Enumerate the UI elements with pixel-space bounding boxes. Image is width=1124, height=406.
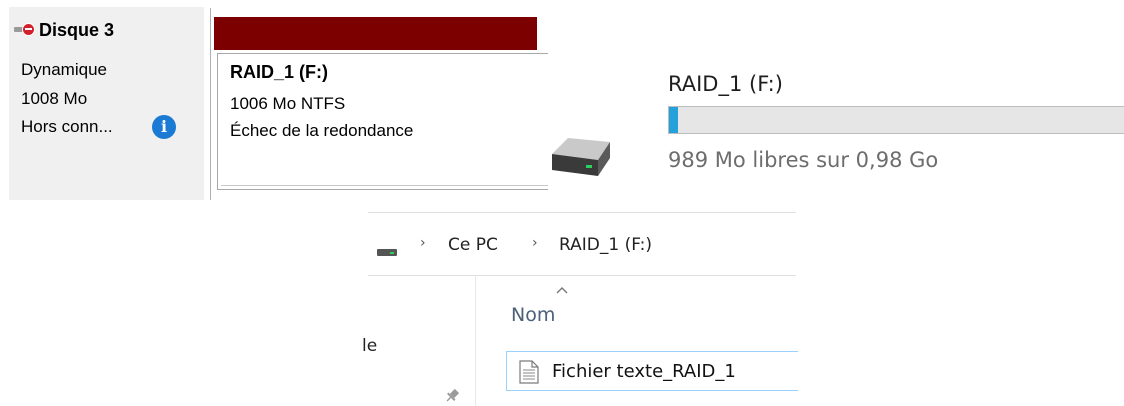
disk-title: Disque 3 <box>14 20 114 41</box>
column-header-name[interactable]: Nom <box>511 304 555 326</box>
disk-management-panel: Disque 3 Dynamique 1008 Mo Hors conn... … <box>0 0 548 200</box>
volume-title: RAID_1 (F:) <box>230 62 328 82</box>
breadcrumb-drive[interactable]: RAID_1 (F:) <box>559 235 652 255</box>
text-file-icon <box>519 360 539 384</box>
drive-name: RAID_1 (F:) <box>668 72 783 96</box>
volume-size-fs: 1006 Mo NTFS <box>230 94 346 113</box>
sort-ascending-icon <box>556 287 568 294</box>
disk-type: Dynamique <box>21 60 107 79</box>
drive-tile[interactable]: RAID_1 (F:) 989 Mo libres sur 0,98 Go <box>540 60 1124 200</box>
disk-offline-error-icon <box>14 22 36 39</box>
capacity-bar-fill <box>669 107 679 133</box>
drive-icon <box>377 249 397 256</box>
disk-size: 1008 Mo <box>21 89 88 108</box>
volume-header-bar <box>214 17 537 50</box>
breadcrumb-separator-icon: › <box>532 235 538 251</box>
pane-divider[interactable] <box>475 275 476 406</box>
info-icon[interactable]: i <box>152 115 176 139</box>
disk-name: Disque 3 <box>39 20 115 40</box>
pin-icon[interactable] <box>444 388 460 404</box>
file-name: Fichier texte_RAID_1 <box>552 361 736 382</box>
file-row[interactable]: Fichier texte_RAID_1 <box>506 351 798 391</box>
volume-status: Échec de la redondance <box>230 121 414 140</box>
capacity-bar <box>668 106 1124 134</box>
volume-partition[interactable]: RAID_1 (F:) 1006 Mo NTFS Échec de la red… <box>217 53 548 190</box>
volume-area: RAID_1 (F:) 1006 Mo NTFS Échec de la red… <box>210 8 548 200</box>
breadcrumb-separator-icon: › <box>420 235 426 251</box>
nav-pane-item[interactable]: le <box>362 336 377 356</box>
address-bar[interactable]: › Ce PC › RAID_1 (F:) <box>368 212 796 276</box>
disk-status: Hors conn... <box>21 117 113 136</box>
drive-free-space: 989 Mo libres sur 0,98 Go <box>668 148 939 172</box>
hard-drive-icon <box>552 138 610 176</box>
breadcrumb-this-pc[interactable]: Ce PC <box>448 235 498 255</box>
